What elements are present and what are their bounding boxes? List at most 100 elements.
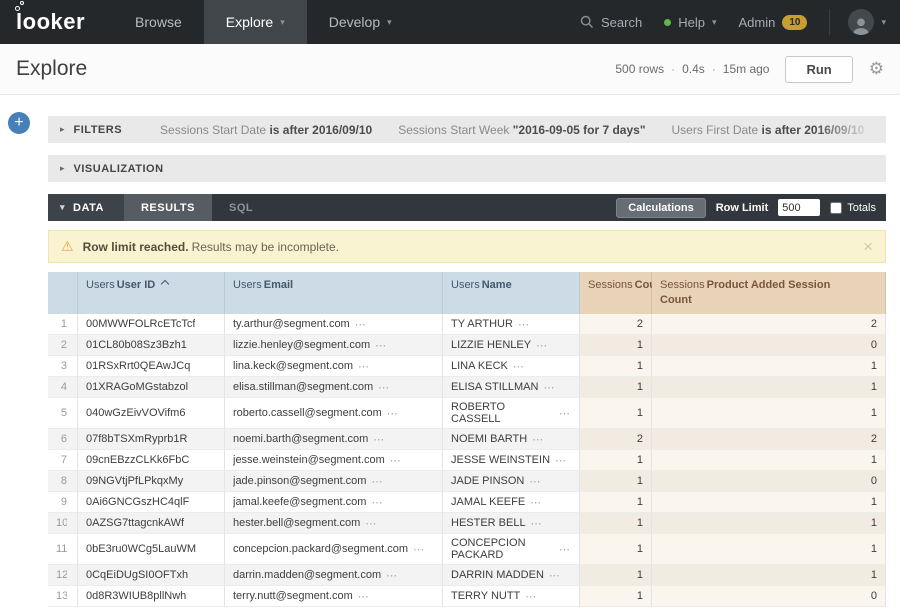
gear-icon[interactable]: ⚙: [869, 59, 884, 79]
row-number: 11: [48, 534, 78, 565]
cell-name[interactable]: JADE PINSON⋯: [443, 471, 580, 492]
cell-user-id[interactable]: 0bE3ru0WCg5LauWM: [78, 534, 225, 565]
cell-email[interactable]: lizzie.henley@segment.com⋯: [225, 335, 443, 356]
cell-name[interactable]: TY ARTHUR⋯: [443, 314, 580, 335]
cell-email[interactable]: jade.pinson@segment.com⋯: [225, 471, 443, 492]
help-menu[interactable]: Help ▾: [664, 15, 716, 30]
cell-email[interactable]: lina.keck@segment.com⋯: [225, 356, 443, 377]
cell-user-id[interactable]: 0Ai6GNCGszHC4qlF: [78, 492, 225, 513]
cell-count: 1: [580, 471, 652, 492]
drill-menu-icon[interactable]: ⋯: [358, 590, 370, 603]
cell-email[interactable]: terry.nutt@segment.com⋯: [225, 586, 443, 607]
cell-name[interactable]: ELISA STILLMAN⋯: [443, 377, 580, 398]
drill-menu-icon[interactable]: ⋯: [536, 339, 548, 352]
cell-product-added-count: 0: [652, 471, 886, 492]
cell-user-id[interactable]: 01RSxRrt0QEAwJCq: [78, 356, 225, 377]
looker-logo[interactable]: looker: [0, 0, 113, 44]
cell-email[interactable]: ty.arthur@segment.com⋯: [225, 314, 443, 335]
nav-item-browse[interactable]: Browse: [113, 0, 204, 44]
data-section-toggle[interactable]: ▾ DATA: [48, 194, 124, 221]
cell-email[interactable]: elisa.stillman@segment.com⋯: [225, 377, 443, 398]
cell-email[interactable]: jamal.keefe@segment.com⋯: [225, 492, 443, 513]
nav-item-explore[interactable]: Explore ▾: [204, 0, 307, 44]
filters-bar[interactable]: ▸ FILTERS Sessions Start Date is after 2…: [48, 116, 886, 143]
cell-name[interactable]: DARRIN MADDEN⋯: [443, 565, 580, 586]
drill-menu-icon[interactable]: ⋯: [355, 318, 367, 331]
page-title: Explore: [16, 57, 87, 81]
close-icon[interactable]: ×: [863, 238, 873, 255]
user-menu[interactable]: ▾: [829, 9, 886, 35]
drill-menu-icon[interactable]: ⋯: [525, 590, 537, 603]
column-header-name[interactable]: UsersName: [443, 272, 580, 314]
status-dot-icon: [664, 19, 671, 26]
drill-menu-icon[interactable]: ⋯: [371, 475, 383, 488]
run-button[interactable]: Run: [785, 56, 852, 83]
cell-name[interactable]: CONCEPCION PACKARD⋯: [443, 534, 580, 565]
query-stats: 500 rows0.4s15m ago: [615, 62, 769, 76]
drill-menu-icon[interactable]: ⋯: [559, 407, 571, 420]
cell-name[interactable]: JESSE WEINSTEIN⋯: [443, 450, 580, 471]
drill-menu-icon[interactable]: ⋯: [513, 360, 525, 373]
tab-sql[interactable]: SQL: [212, 194, 270, 221]
drill-menu-icon[interactable]: ⋯: [371, 496, 383, 509]
drill-menu-icon[interactable]: ⋯: [559, 543, 571, 556]
cell-name[interactable]: LINA KECK⋯: [443, 356, 580, 377]
visualization-label: VISUALIZATION: [74, 163, 164, 175]
drill-menu-icon[interactable]: ⋯: [532, 433, 544, 446]
cell-name[interactable]: NOEMI BARTH⋯: [443, 429, 580, 450]
chevron-down-icon: ▾: [881, 17, 886, 28]
calculations-button[interactable]: Calculations: [616, 198, 705, 218]
cell-user-id[interactable]: 040wGzEivVOVifm6: [78, 398, 225, 429]
column-header-product-added-session-count[interactable]: SessionsProduct Added Session Count: [652, 272, 886, 314]
cell-email[interactable]: noemi.barth@segment.com⋯: [225, 429, 443, 450]
search-button[interactable]: Search: [580, 15, 642, 30]
cell-name[interactable]: LIZZIE HENLEY⋯: [443, 335, 580, 356]
admin-menu[interactable]: Admin 10: [738, 15, 807, 30]
cell-user-id[interactable]: 0CqEiDUgSI0OFTxh: [78, 565, 225, 586]
cell-user-id[interactable]: 0AZSG7ttagcnkAWf: [78, 513, 225, 534]
drill-menu-icon[interactable]: ⋯: [543, 381, 555, 394]
drill-menu-icon[interactable]: ⋯: [387, 407, 399, 420]
drill-menu-icon[interactable]: ⋯: [375, 339, 387, 352]
cell-name[interactable]: JAMAL KEEFE⋯: [443, 492, 580, 513]
cell-user-id[interactable]: 09cnEBzzCLKk6FbC: [78, 450, 225, 471]
column-header-user-id[interactable]: UsersUser ID: [78, 272, 225, 314]
cell-product-added-count: 1: [652, 492, 886, 513]
row-limit-input[interactable]: [778, 199, 820, 216]
header-right: 500 rows0.4s15m ago Run ⚙: [615, 56, 884, 83]
drill-menu-icon[interactable]: ⋯: [413, 543, 425, 556]
field-picker-toggle[interactable]: +: [8, 112, 30, 134]
drill-menu-icon[interactable]: ⋯: [390, 454, 402, 467]
drill-menu-icon[interactable]: ⋯: [549, 569, 561, 582]
drill-menu-icon[interactable]: ⋯: [518, 318, 530, 331]
visualization-bar[interactable]: ▸ VISUALIZATION: [48, 155, 886, 182]
cell-user-id[interactable]: 09NGVtjPfLPkqxMy: [78, 471, 225, 492]
drill-menu-icon[interactable]: ⋯: [365, 517, 377, 530]
column-header-email[interactable]: UsersEmail: [225, 272, 443, 314]
cell-user-id[interactable]: 01XRAGoMGstabzol: [78, 377, 225, 398]
cell-email[interactable]: concepcion.packard@segment.com⋯: [225, 534, 443, 565]
nav-item-develop[interactable]: Develop ▾: [307, 0, 414, 44]
drill-menu-icon[interactable]: ⋯: [530, 496, 542, 509]
drill-menu-icon[interactable]: ⋯: [531, 517, 543, 530]
cell-email[interactable]: jesse.weinstein@segment.com⋯: [225, 450, 443, 471]
drill-menu-icon[interactable]: ⋯: [378, 381, 390, 394]
drill-menu-icon[interactable]: ⋯: [373, 433, 385, 446]
cell-user-id[interactable]: 0d8R3WIUB8pllNwh: [78, 586, 225, 607]
cell-email[interactable]: roberto.cassell@segment.com⋯: [225, 398, 443, 429]
tab-results[interactable]: RESULTS: [124, 194, 212, 221]
cell-user-id[interactable]: 01CL80b08Sz3Bzh1: [78, 335, 225, 356]
cell-email[interactable]: darrin.madden@segment.com⋯: [225, 565, 443, 586]
cell-email[interactable]: hester.bell@segment.com⋯: [225, 513, 443, 534]
drill-menu-icon[interactable]: ⋯: [358, 360, 370, 373]
cell-name[interactable]: TERRY NUTT⋯: [443, 586, 580, 607]
drill-menu-icon[interactable]: ⋯: [529, 475, 541, 488]
cell-user-id[interactable]: 07f8bTSXmRyprb1R: [78, 429, 225, 450]
cell-name[interactable]: ROBERTO CASSELL⋯: [443, 398, 580, 429]
drill-menu-icon[interactable]: ⋯: [386, 569, 398, 582]
totals-checkbox[interactable]: [830, 202, 842, 214]
column-header-count[interactable]: SessionsCount: [580, 272, 652, 314]
cell-user-id[interactable]: 00MWWFOLRcETcTcf: [78, 314, 225, 335]
drill-menu-icon[interactable]: ⋯: [555, 454, 567, 467]
cell-name[interactable]: HESTER BELL⋯: [443, 513, 580, 534]
